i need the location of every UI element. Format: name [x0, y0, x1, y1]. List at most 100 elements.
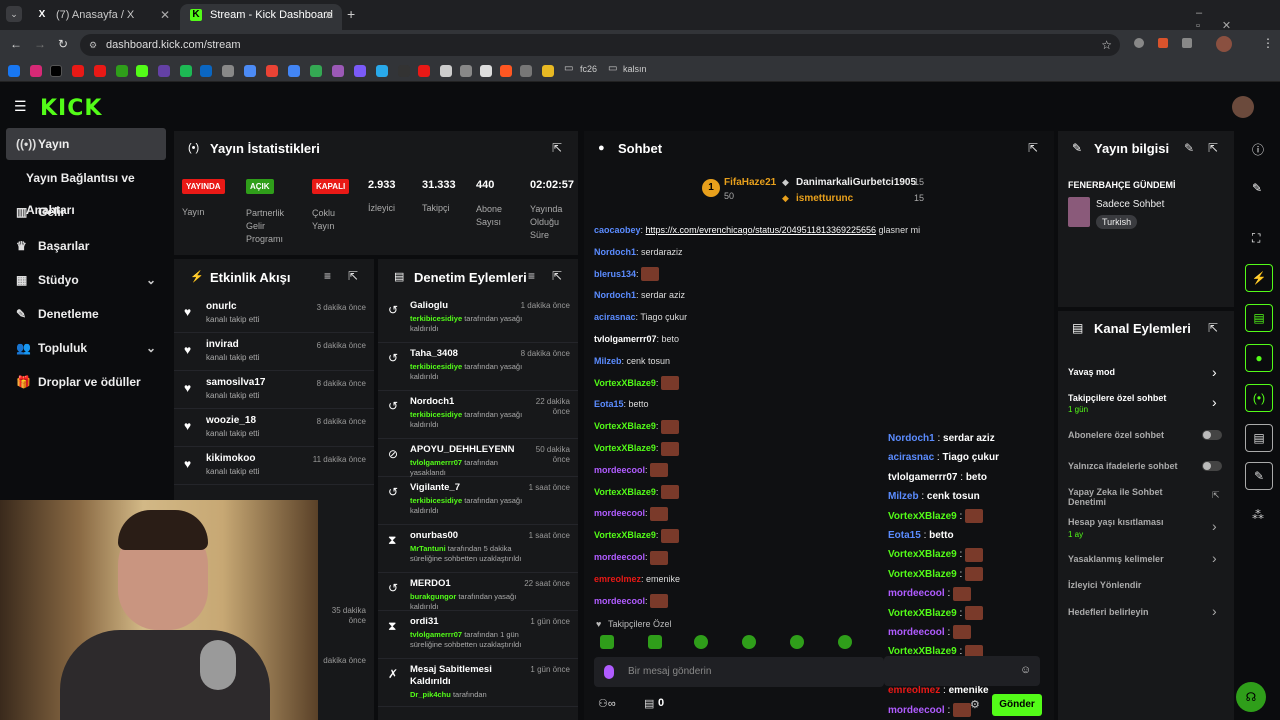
- moderator-name[interactable]: MrTantuni: [410, 544, 446, 553]
- chat-username[interactable]: mordeecool: [594, 552, 645, 562]
- moderator-name[interactable]: terkibicesidiye: [410, 314, 462, 323]
- bookmark-icon[interactable]: [376, 65, 388, 77]
- chat-username[interactable]: Eota15: [594, 399, 624, 409]
- support-headset-icon[interactable]: ☊: [1236, 682, 1266, 712]
- bookmark-icon[interactable]: [398, 65, 410, 77]
- activity-user[interactable]: samosilva17: [206, 377, 266, 388]
- sidebar-item-stream-key[interactable]: Yayın Bağlantısı ve Anahtarı: [6, 162, 178, 217]
- chat-username[interactable]: Milzeb: [594, 356, 622, 366]
- kick-logo[interactable]: KICK: [40, 96, 102, 121]
- emote-icon[interactable]: [600, 635, 614, 649]
- sidebar-item-topluluk[interactable]: 👥 Topluluk ⌄: [6, 332, 166, 364]
- user-avatar[interactable]: [1232, 96, 1254, 118]
- chat-input[interactable]: Bir mesaj gönderin: [594, 657, 884, 687]
- info-icon[interactable]: ⓘ: [1252, 141, 1264, 158]
- close-icon[interactable]: ✕: [160, 4, 170, 26]
- extension-icon[interactable]: [1158, 38, 1168, 48]
- moderator-name[interactable]: terkibicesidiye: [410, 362, 462, 371]
- emote-icon[interactable]: [694, 635, 708, 649]
- sidebar-item-droplar[interactable]: 🎁 Droplar ve ödüller: [6, 366, 166, 398]
- tab-kick-dashboard[interactable]: K Stream - Kick Dashboard ✕: [180, 4, 342, 30]
- chat-button[interactable]: ●: [1245, 344, 1273, 372]
- moderator-name[interactable]: terkibicesidiye: [410, 496, 462, 505]
- apps-icon[interactable]: ⁂: [1252, 508, 1264, 522]
- action-redirect-viewers[interactable]: İzleyici Yönlendir: [1068, 580, 1141, 590]
- back-icon[interactable]: ←: [10, 37, 22, 51]
- close-icon[interactable]: ✕: [324, 4, 334, 26]
- bookmark-icon[interactable]: [180, 65, 192, 77]
- bookmark-folder-fc26[interactable]: fc26: [580, 64, 597, 74]
- bookmark-folder-kalsin[interactable]: kalsın: [623, 64, 647, 74]
- moderator-name[interactable]: tvlolgamerrr07: [410, 458, 462, 467]
- tab-x[interactable]: X (7) Anasayfa / X ✕: [26, 4, 178, 30]
- moderator-name[interactable]: terkibicesidiye: [410, 410, 462, 419]
- youtube-icon[interactable]: [94, 65, 106, 77]
- popout-icon[interactable]: ⇱: [552, 141, 562, 155]
- youtube-icon[interactable]: [72, 65, 84, 77]
- document-button[interactable]: ▤: [1245, 304, 1273, 332]
- top-gifter-name[interactable]: ismetturunc: [796, 193, 853, 204]
- chat-username[interactable]: acirasnac: [594, 312, 636, 322]
- linkedin-icon[interactable]: [200, 65, 212, 77]
- bookmark-icon[interactable]: [542, 65, 554, 77]
- chat-username[interactable]: Nordoch1: [594, 290, 636, 300]
- fullscreen-icon[interactable]: ⛶: [1252, 231, 1260, 246]
- popout-icon[interactable]: ⇱: [1028, 141, 1038, 155]
- chat-input-extension[interactable]: ☺: [884, 656, 1040, 686]
- popout-icon[interactable]: ⇱: [552, 269, 562, 283]
- profile-avatar[interactable]: [1216, 36, 1232, 52]
- tab-search-icon[interactable]: ⌄: [6, 6, 22, 22]
- bookmark-icon[interactable]: [222, 65, 234, 77]
- window-controls[interactable]: –▫✕: [1196, 7, 1280, 32]
- bookmark-icon[interactable]: [332, 65, 344, 77]
- chat-username[interactable]: VortexXBlaze9: [594, 443, 656, 453]
- emote-icon[interactable]: [838, 635, 852, 649]
- new-tab-icon[interactable]: +: [347, 6, 355, 22]
- twitch-icon[interactable]: [158, 65, 170, 77]
- popout-icon[interactable]: ⇱: [348, 269, 358, 283]
- chat-username[interactable]: mordeecool: [594, 596, 645, 606]
- popout-icon[interactable]: ⇱: [1208, 141, 1218, 155]
- sidebar-item-gelir[interactable]: ▥ Gelir: [6, 196, 166, 228]
- bookmark-icon[interactable]: [116, 65, 128, 77]
- chat-username[interactable]: caocaobey: [594, 225, 641, 235]
- sidebar-item-basarilar[interactable]: ♛ Başarılar: [6, 230, 166, 262]
- gmail-icon[interactable]: [266, 65, 278, 77]
- bookmark-icon[interactable]: [440, 65, 452, 77]
- chevron-right-icon[interactable]: ›: [1212, 394, 1217, 410]
- kick-icon[interactable]: [136, 65, 148, 77]
- chat-username[interactable]: VortexXBlaze9: [594, 487, 656, 497]
- top-gifter-name[interactable]: FifaHaze21: [724, 177, 776, 188]
- bookmark-icon[interactable]: [520, 65, 532, 77]
- subscribers-only-toggle[interactable]: [1202, 430, 1222, 440]
- action-followers-only[interactable]: Takipçilere özel sohbet: [1068, 393, 1166, 403]
- bookmark-icon[interactable]: [418, 65, 430, 77]
- bookmark-icon[interactable]: [354, 65, 366, 77]
- filter-icon[interactable]: ≡: [528, 269, 535, 283]
- chat-username[interactable]: blerus134: [594, 269, 636, 279]
- chat-link[interactable]: https://x.com/evrenchicago/status/204951…: [646, 225, 877, 235]
- emotes-only-toggle[interactable]: [1202, 461, 1222, 471]
- lightning-button[interactable]: ⚡: [1245, 264, 1273, 292]
- moderator-name[interactable]: tvlolgamerrr07: [410, 630, 462, 639]
- emote-icon[interactable]: [648, 635, 662, 649]
- action-account-age[interactable]: Hesap yaşı kısıtlaması: [1068, 517, 1164, 527]
- activity-user[interactable]: woozie_18: [206, 415, 256, 426]
- send-button[interactable]: Gönder: [992, 694, 1042, 716]
- activity-user[interactable]: onurlc: [206, 301, 237, 312]
- edit-pencil-icon[interactable]: ✎: [1252, 181, 1262, 195]
- moderation-target[interactable]: Mesaj Sabitlemesi Kaldırıldı: [410, 664, 520, 688]
- filter-icon[interactable]: ≡: [324, 269, 331, 283]
- instagram-icon[interactable]: [30, 65, 42, 77]
- settings-gear-icon[interactable]: ⚙: [970, 698, 980, 711]
- sidebar-item-studyo[interactable]: ▦ Stüdyo ⌄: [6, 264, 166, 296]
- menu-dots-icon[interactable]: ⋮: [1262, 36, 1274, 50]
- moderator-name[interactable]: Dr_pik4chu: [410, 690, 451, 699]
- sidebar-item-denetleme[interactable]: ✎ Denetleme: [6, 298, 166, 330]
- sidebar-item-yayin[interactable]: ((•)) Yayın: [6, 128, 166, 160]
- chat-username[interactable]: VortexXBlaze9: [594, 421, 656, 431]
- drive-icon[interactable]: [310, 65, 322, 77]
- activity-user[interactable]: invirad: [206, 339, 239, 350]
- broadcast-button[interactable]: (•): [1245, 384, 1273, 412]
- chat-username[interactable]: VortexXBlaze9: [594, 378, 656, 388]
